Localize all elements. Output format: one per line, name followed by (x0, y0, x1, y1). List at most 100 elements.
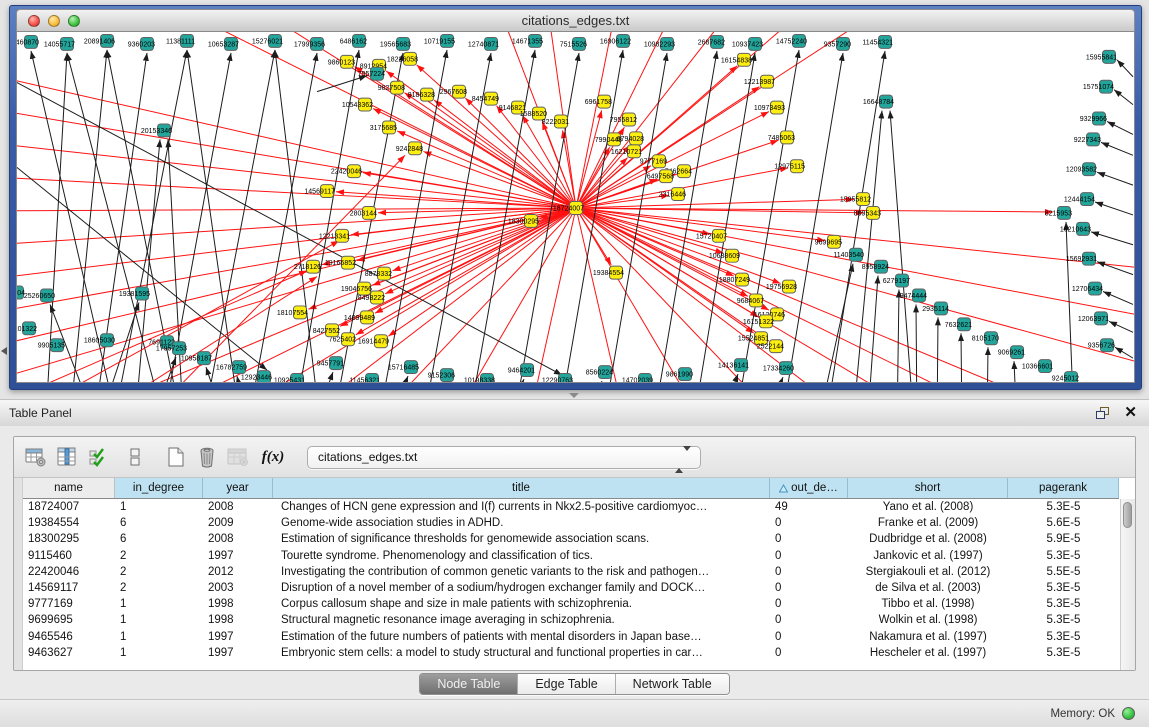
column-header-pagerank[interactable]: pagerank (1008, 478, 1119, 498)
delete-table-icon[interactable] (194, 444, 220, 470)
graph-edge[interactable] (785, 53, 843, 382)
graph-edge[interactable] (397, 131, 576, 208)
graph-edge[interactable] (1109, 321, 1133, 332)
graph-node-label: 15720407 (696, 233, 727, 240)
graph-edge[interactable] (252, 53, 317, 382)
cell-year: 2008 (203, 499, 273, 515)
graph-edge[interactable] (576, 208, 1134, 320)
graph-edge[interactable] (739, 50, 799, 382)
graph-edge[interactable] (1114, 90, 1133, 105)
graph-node-label: 18107554 (277, 310, 308, 317)
scrollbar-thumb[interactable] (1123, 502, 1132, 528)
graph-node-label: 1588520 (520, 111, 547, 118)
show-column-icon[interactable] (54, 444, 80, 470)
tab-edge-table[interactable]: Edge Table (518, 674, 615, 694)
table-row[interactable]: 1456911722003Disruption of a novel membe… (23, 580, 1119, 596)
graph-edge[interactable] (1095, 202, 1133, 215)
cell-pagerank: 5.3E-5 (1008, 548, 1119, 564)
graph-node-label: 9356726 (1088, 343, 1115, 350)
graph-edge[interactable] (897, 290, 899, 382)
graph-edge[interactable] (1097, 262, 1133, 275)
graph-edge[interactable] (576, 208, 710, 234)
graph-edge[interactable] (697, 53, 755, 382)
column-header-title[interactable]: title (273, 478, 770, 498)
graph-edge[interactable] (576, 208, 1027, 382)
graph-edge[interactable] (17, 72, 562, 375)
network-canvas-svg[interactable]: 1872400718300295157204071068860918807249… (17, 32, 1134, 382)
memory-status-icon[interactable] (1122, 707, 1135, 720)
graph-edge[interactable] (1103, 292, 1133, 305)
graph-edge[interactable] (97, 53, 147, 382)
import-table-icon[interactable] (225, 444, 251, 470)
graph-edge[interactable] (916, 304, 917, 382)
row-height-icon[interactable] (122, 444, 148, 470)
graph-edge[interactable] (1117, 60, 1133, 77)
graph-edge[interactable] (31, 51, 112, 382)
float-window-icon[interactable] (1095, 406, 1111, 420)
table-row[interactable]: 1830029562008Estimation of significance … (23, 531, 1119, 547)
table-row[interactable]: 946362711997Embryonic stem cells: a mode… (23, 645, 1119, 661)
graph-edge[interactable] (576, 208, 1107, 382)
graph-edge[interactable] (867, 276, 878, 382)
column-header-out_de[interactable]: out_de… (770, 478, 848, 498)
table-row[interactable]: 969969511998Structural magnetic resonanc… (23, 612, 1119, 628)
edit-values-icon[interactable] (85, 444, 111, 470)
table-row[interactable]: 1872400712008Changes of HCN gene express… (23, 499, 1119, 515)
graph-edge[interactable] (207, 208, 576, 382)
splitter-collapse-icon[interactable] (1, 347, 7, 355)
tab-node-table[interactable]: Node Table (420, 674, 518, 694)
graph-edge[interactable] (657, 51, 717, 382)
column-header-in_degree[interactable]: in_degree (115, 478, 203, 498)
graph-edge[interactable] (576, 199, 854, 208)
table-row[interactable]: 2242004622012Investigating the contribut… (23, 564, 1119, 580)
graph-edge[interactable] (576, 208, 1134, 370)
graph-edge[interactable] (987, 347, 988, 382)
graph-edge[interactable] (961, 333, 962, 382)
close-panel-icon[interactable]: ✕ (1124, 403, 1137, 423)
table-row[interactable]: 946554611997Estimation of the future num… (23, 629, 1119, 645)
graph-edge[interactable] (17, 208, 576, 382)
graph-node-label: 9474444 (900, 293, 927, 300)
network-window-titlebar[interactable]: citations_edges.txt (16, 9, 1135, 32)
graph-node-label: 9684067 (737, 298, 764, 305)
graph-edge[interactable] (117, 50, 187, 382)
column-header-name[interactable]: name (23, 478, 115, 498)
graph-edge[interactable] (576, 208, 769, 310)
new-document-icon[interactable] (163, 444, 189, 470)
graph-edge[interactable] (607, 53, 667, 382)
graph-node-label: 8186328 (408, 92, 435, 99)
table-row[interactable]: 911546021997Tourette syndrome. Phenomeno… (23, 548, 1119, 564)
tab-network-table[interactable]: Network Table (616, 674, 729, 694)
graph-edge[interactable] (937, 317, 938, 382)
cell-title: Estimation of significance thresholds fo… (273, 531, 770, 547)
table-row[interactable]: 977716911998Corpus callosum shape and si… (23, 596, 1119, 612)
table-row[interactable]: 1938455462009Genome-wide association stu… (23, 515, 1119, 531)
graph-edge[interactable] (762, 377, 783, 382)
splitter-handle-icon[interactable] (569, 393, 579, 398)
graph-edge[interactable] (367, 208, 576, 382)
graph-edge[interactable] (404, 93, 576, 208)
cell-title: Corpus callosum shape and size in male p… (273, 596, 770, 612)
graph-edge[interactable] (1014, 361, 1017, 382)
graph-node-label: 2935114 (922, 306, 949, 313)
graph-edge[interactable] (576, 208, 1053, 212)
function-builder-icon[interactable]: f(x) (260, 444, 286, 470)
graph-edge[interactable] (17, 208, 576, 211)
graph-edge[interactable] (387, 376, 408, 382)
graph-edge[interactable] (582, 381, 602, 382)
network-window[interactable]: citations_edges.txt 18724007183002951572… (9, 5, 1142, 390)
graph-edge[interactable] (1101, 142, 1133, 155)
graph-edge[interactable] (275, 50, 317, 382)
cell-title: Structural magnetic resonance image aver… (273, 612, 770, 628)
graph-edge[interactable] (1097, 172, 1133, 185)
table-selector-dropdown[interactable]: citations_edges.txt (307, 446, 701, 469)
network-canvas[interactable]: 1872400718300295157204071068860918807249… (16, 31, 1135, 383)
table-settings-icon[interactable] (23, 444, 49, 470)
vertical-scrollbar[interactable] (1120, 499, 1135, 670)
graph-edge[interactable] (890, 111, 912, 382)
table-rows: 1872400712008Changes of HCN gene express… (23, 499, 1119, 670)
column-header-year[interactable]: year (203, 478, 273, 498)
graph-edge[interactable] (1107, 121, 1133, 134)
column-header-short[interactable]: short (848, 478, 1008, 498)
graph-edge[interactable] (1091, 232, 1133, 245)
